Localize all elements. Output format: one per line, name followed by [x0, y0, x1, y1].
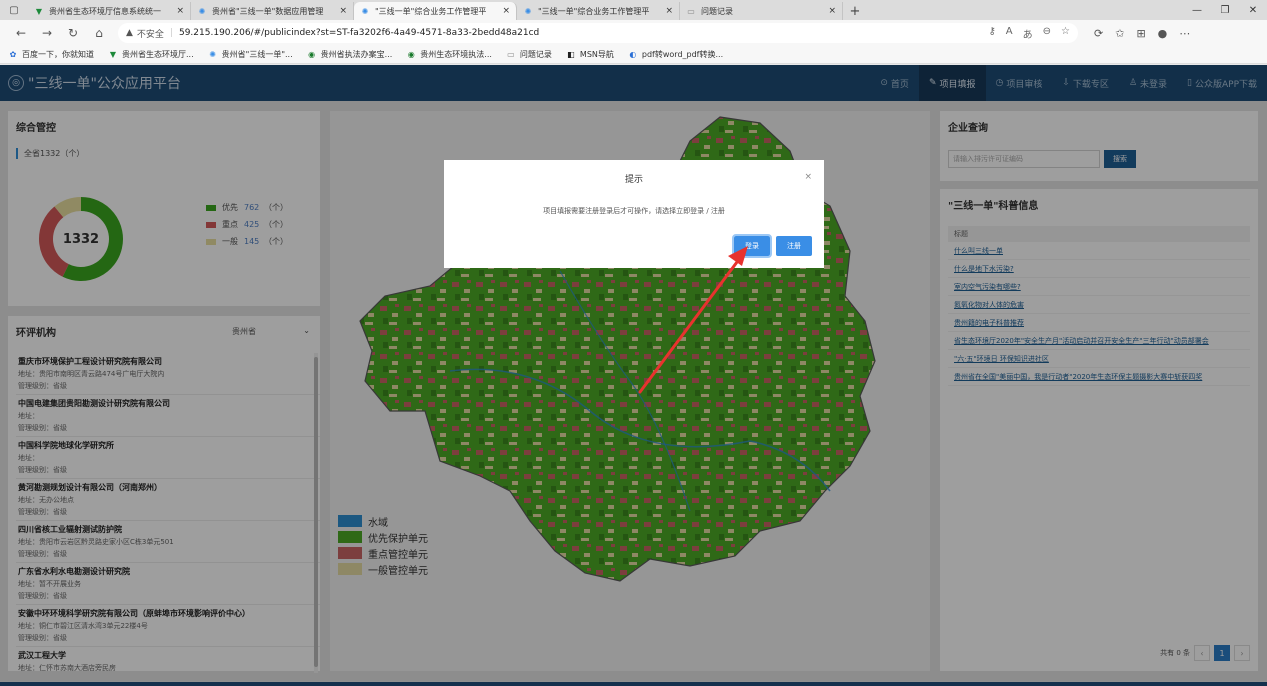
close-window-icon[interactable]: ✕ [1239, 0, 1267, 20]
dialog-buttons: 登录 注册 [732, 234, 812, 258]
translate-icon[interactable]: あ [1023, 26, 1033, 41]
bookmark-label: 贵州省执法办案宝... [320, 50, 393, 59]
register-button[interactable]: 注册 [776, 236, 812, 256]
gear-favicon-icon: ✺ [524, 6, 532, 16]
badge-icon: ◉ [407, 50, 415, 59]
tab-label: 问题记录 [701, 6, 733, 16]
warning-icon: ▲ [126, 28, 133, 38]
back-icon[interactable]: ← [8, 22, 34, 44]
minimize-icon[interactable]: — [1183, 0, 1211, 20]
insecure-label: 不安全 [136, 29, 164, 40]
bookmarks-bar: ✿ 百度一下，你就知道 ▼ 贵州省生态环境厅... ✺ 贵州省"三线一单"... ◉ 贵州省执… [0, 46, 1267, 64]
gear-favicon-icon: ✺ [198, 6, 206, 16]
tab-close-icon[interactable]: × [176, 6, 184, 16]
tab-close-icon[interactable]: × [339, 6, 347, 16]
page-favicon-icon: ▭ [687, 6, 695, 16]
tab-label: 贵州省生态环境厅信息系统统一 [49, 6, 161, 16]
tab-close-icon[interactable]: × [665, 6, 673, 16]
url-text: 59.215.190.206/#/publicindex?st=ST-fa320… [178, 28, 540, 38]
bookmark-item[interactable]: ✺ 贵州省"三线一单"... [208, 49, 293, 60]
browser-tab[interactable]: ▭ 问题记录 × [680, 2, 843, 20]
eco-icon: ▼ [109, 50, 117, 59]
browser-tab[interactable]: ✺ "三线一单"综合业务工作管理平 × [354, 2, 517, 20]
bookmark-label: 问题记录 [519, 50, 552, 59]
dialog-title: 提示 [624, 175, 643, 185]
tab-label: 贵州省"三线一单"数据应用管理 [212, 6, 324, 16]
tab-close-icon[interactable]: × [828, 6, 836, 16]
collections-icon[interactable]: ⊞ [1136, 27, 1145, 40]
restore-icon[interactable]: ❐ [1211, 0, 1239, 20]
bookmark-label: 百度一下，你就知道 [22, 50, 94, 59]
window-menu-icon[interactable]: ▢ [0, 0, 28, 20]
tab-list: ▼ 贵州省生态环境厅信息系统统一 × ✺ 贵州省"三线一单"数据应用管理 × ✺ "三线一单"… [28, 0, 843, 20]
pdf-icon: ◐ [629, 50, 637, 59]
address-bar[interactable]: ▲ 不安全 | 59.215.190.206/#/publicindex?st=… [118, 23, 1078, 43]
favorites-icon[interactable]: ✩ [1115, 27, 1124, 40]
bookmark-item[interactable]: ▼ 贵州省生态环境厅... [108, 49, 194, 60]
gear-favicon-icon: ✺ [361, 6, 369, 16]
key-icon[interactable]: ⚷ [988, 26, 995, 41]
close-icon[interactable]: × [804, 172, 812, 182]
gear-icon: ✺ [209, 50, 216, 59]
more-icon[interactable]: ⋯ [1179, 27, 1190, 40]
profile-icon[interactable]: ● [1158, 27, 1168, 40]
reload-icon[interactable]: ↻ [60, 22, 86, 44]
bookmark-item[interactable]: ▭ 问题记录 [506, 49, 552, 60]
browser-right-tools: ⟳ ✩ ⊞ ● ⋯ [1094, 27, 1190, 40]
browser-toolbar: ← → ↻ ⌂ ▲ 不安全 | 59.215.190.206/#/publici… [0, 20, 1267, 46]
new-tab-button[interactable]: + [843, 2, 867, 20]
bookmark-item[interactable]: ◐ pdf转word_pdf转换... [628, 49, 723, 60]
bookmark-item[interactable]: ◉ 贵州生态环境执法... [406, 49, 492, 60]
msn-icon: ◧ [567, 50, 575, 59]
browser-tab[interactable]: ✺ "三线一单"综合业务工作管理平 × [517, 2, 680, 20]
bookmark-item[interactable]: ✿ 百度一下，你就知道 [8, 49, 94, 60]
page-icon: ▭ [507, 50, 515, 59]
bookmark-label: 贵州省生态环境厅... [122, 50, 194, 59]
url-separator: | [169, 28, 173, 38]
globe-icon: ✿ [9, 50, 17, 59]
eco-favicon-icon: ▼ [35, 6, 43, 16]
window-controls: — ❐ ✕ [1183, 0, 1267, 20]
tab-label: "三线一单"综合业务工作管理平 [538, 6, 650, 16]
browser-tab[interactable]: ▼ 贵州省生态环境厅信息系统统一 × [28, 2, 191, 20]
browser-tab[interactable]: ✺ 贵州省"三线一单"数据应用管理 × [191, 2, 354, 20]
bookmark-label: MSN导航 [579, 50, 614, 59]
badge-icon: ◉ [308, 50, 316, 59]
bookmark-item[interactable]: ◉ 贵州省执法办案宝... [307, 49, 393, 60]
url-tools: ⚷ A あ ⊖ ☆ [988, 26, 1070, 41]
tab-close-icon[interactable]: × [502, 6, 510, 16]
browser-tabstrip: ▢ ▼ 贵州省生态环境厅信息系统统一 × ✺ 贵州省"三线一单"数据应用管理 × ✺ "三线一… [0, 0, 1267, 20]
read-aloud-icon[interactable]: A [1006, 26, 1013, 41]
bookmark-label: 贵州生态环境执法... [420, 50, 492, 59]
home-icon[interactable]: ⌂ [86, 22, 112, 44]
modal-overlay[interactable] [0, 65, 1267, 682]
zoom-icon[interactable]: ⊖ [1043, 26, 1051, 41]
taskbar [0, 682, 1267, 686]
login-button[interactable]: 登录 [732, 234, 772, 258]
bookmark-label: pdf转word_pdf转换... [641, 50, 724, 59]
favorite-icon[interactable]: ☆ [1061, 26, 1070, 41]
forward-icon[interactable]: → [34, 22, 60, 44]
bookmark-item[interactable]: ◧ MSN导航 [566, 49, 614, 60]
login-prompt-dialog: 提示 × 项目填报需要注册登录后才可操作，请选择立即登录 / 注册 登录 注册 [444, 160, 824, 268]
dialog-message: 项目填报需要注册登录后才可操作，请选择立即登录 / 注册 [543, 207, 725, 215]
bookmark-label: 贵州省"三线一单"... [221, 50, 293, 59]
tab-label: "三线一单"综合业务工作管理平 [375, 6, 487, 16]
extensions-icon[interactable]: ⟳ [1094, 27, 1103, 40]
